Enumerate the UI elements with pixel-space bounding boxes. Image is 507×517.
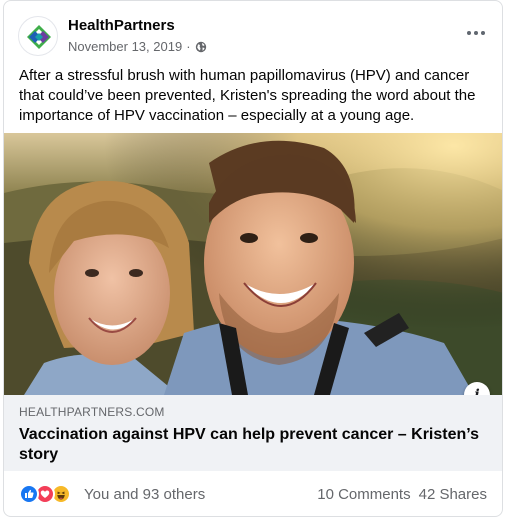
like-icon [19, 484, 39, 504]
meta-separator: · [186, 39, 191, 54]
engagement-bar: You and 93 others 10 Comments 42 Shares [4, 471, 502, 516]
reactions-count-link[interactable]: You and 93 others [84, 486, 205, 503]
healthpartners-logo-icon [27, 25, 51, 49]
globe-icon [195, 41, 207, 53]
shares-count-link[interactable]: 42 Shares [419, 486, 487, 503]
post-card: HealthPartners November 13, 2019 · After… [3, 0, 503, 517]
page-name-link[interactable]: HealthPartners [68, 17, 175, 34]
photo-illustration [4, 133, 502, 395]
reaction-icons[interactable] [19, 484, 77, 504]
link-preview[interactable]: HEALTHPARTNERS.COM Vaccination against H… [4, 395, 502, 471]
post-photo[interactable]: i [4, 133, 502, 395]
engagement-counts: 10 Comments 42 Shares [317, 486, 487, 503]
link-domain: HEALTHPARTNERS.COM [19, 405, 165, 419]
page-avatar[interactable] [18, 16, 58, 56]
more-options-icon[interactable] [464, 23, 488, 43]
post-meta: November 13, 2019 · [68, 39, 207, 54]
comments-count-link[interactable]: 10 Comments [317, 486, 410, 503]
post-text: After a stressful brush with human papil… [19, 67, 476, 124]
post-date-link[interactable]: November 13, 2019 [68, 39, 182, 54]
link-title[interactable]: Vaccination against HPV can help prevent… [19, 425, 489, 465]
post-header: HealthPartners November 13, 2019 · [4, 1, 502, 63]
